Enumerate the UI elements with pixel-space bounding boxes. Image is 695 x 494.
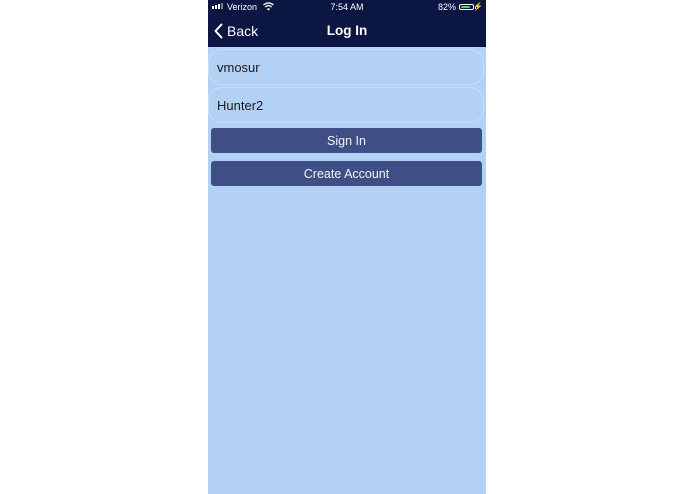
username-field[interactable]	[208, 49, 484, 85]
battery-level	[461, 6, 471, 8]
battery-percent: 82%	[437, 2, 456, 12]
create-account-button[interactable]: Create Account	[211, 161, 482, 186]
sign-in-button[interactable]: Sign In	[211, 128, 482, 153]
back-button[interactable]: Back	[214, 21, 258, 41]
status-bar: Verizon 7:54 AM 82% ⚡	[208, 0, 486, 15]
navigation-bar: Back Log In	[208, 15, 486, 47]
bolt-icon: ⚡	[473, 2, 483, 11]
battery-icon	[459, 4, 474, 10]
app-screen: Verizon 7:54 AM 82% ⚡ Back Log In vmosur…	[208, 0, 486, 494]
password-field[interactable]	[208, 87, 484, 123]
app-header: Verizon 7:54 AM 82% ⚡ Back Log In	[208, 0, 486, 47]
chevron-left-icon	[214, 23, 223, 39]
back-button-label: Back	[227, 23, 259, 39]
